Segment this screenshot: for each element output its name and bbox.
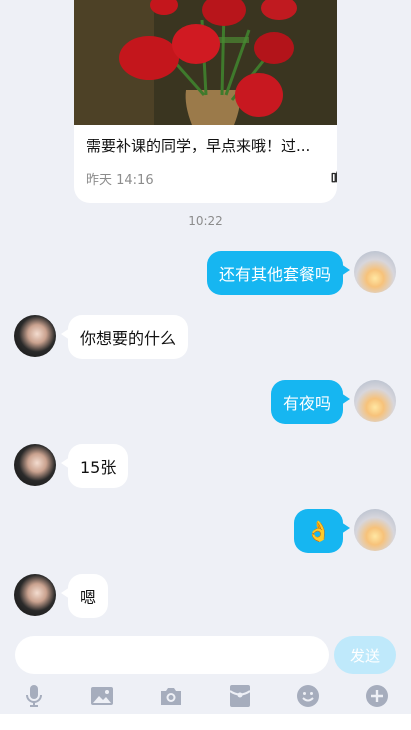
post-image[interactable] [74, 0, 337, 125]
contact-avatar[interactable] [14, 444, 56, 486]
contact-message-bubble[interactable]: 嗯 [60, 574, 109, 618]
thumbs-up-icon [331, 170, 337, 183]
camera-icon[interactable] [159, 684, 183, 708]
plus-icon[interactable] [365, 684, 389, 708]
like-count[interactable]: 2 [330, 166, 337, 184]
my-emoji-bubble[interactable]: 👌 [294, 509, 350, 553]
post-time: 昨天 14:16 [86, 173, 154, 188]
image-icon[interactable] [90, 684, 114, 708]
tulip-vase-illustration [74, 0, 337, 125]
shared-post-card[interactable]: 需要补课的同学，早点来哦！过... 昨天 14:16 2 0 [74, 0, 337, 203]
my-avatar[interactable] [354, 380, 396, 422]
message-input[interactable] [15, 636, 329, 674]
my-message-bubble[interactable]: 还有其他套餐吗 [206, 251, 351, 295]
contact-message-bubble[interactable]: 15张 [60, 444, 129, 488]
microphone-icon[interactable] [22, 684, 46, 708]
post-title: 需要补课的同学，早点来哦！过... [86, 137, 311, 155]
contact-message-bubble[interactable]: 你想要的什么 [60, 315, 189, 359]
contact-avatar[interactable] [14, 315, 56, 357]
contact-avatar[interactable] [14, 574, 56, 616]
my-avatar[interactable] [354, 251, 396, 293]
send-button[interactable]: 发送 [334, 636, 396, 674]
emoji-icon[interactable] [296, 684, 320, 708]
bottom-safe-area [0, 714, 411, 730]
chat-toolbar [0, 676, 411, 714]
red-packet-icon[interactable] [228, 684, 252, 708]
my-avatar[interactable] [354, 509, 396, 551]
my-message-bubble[interactable]: 有夜吗 [270, 380, 351, 424]
message-timestamp: 10:22 [188, 214, 223, 228]
